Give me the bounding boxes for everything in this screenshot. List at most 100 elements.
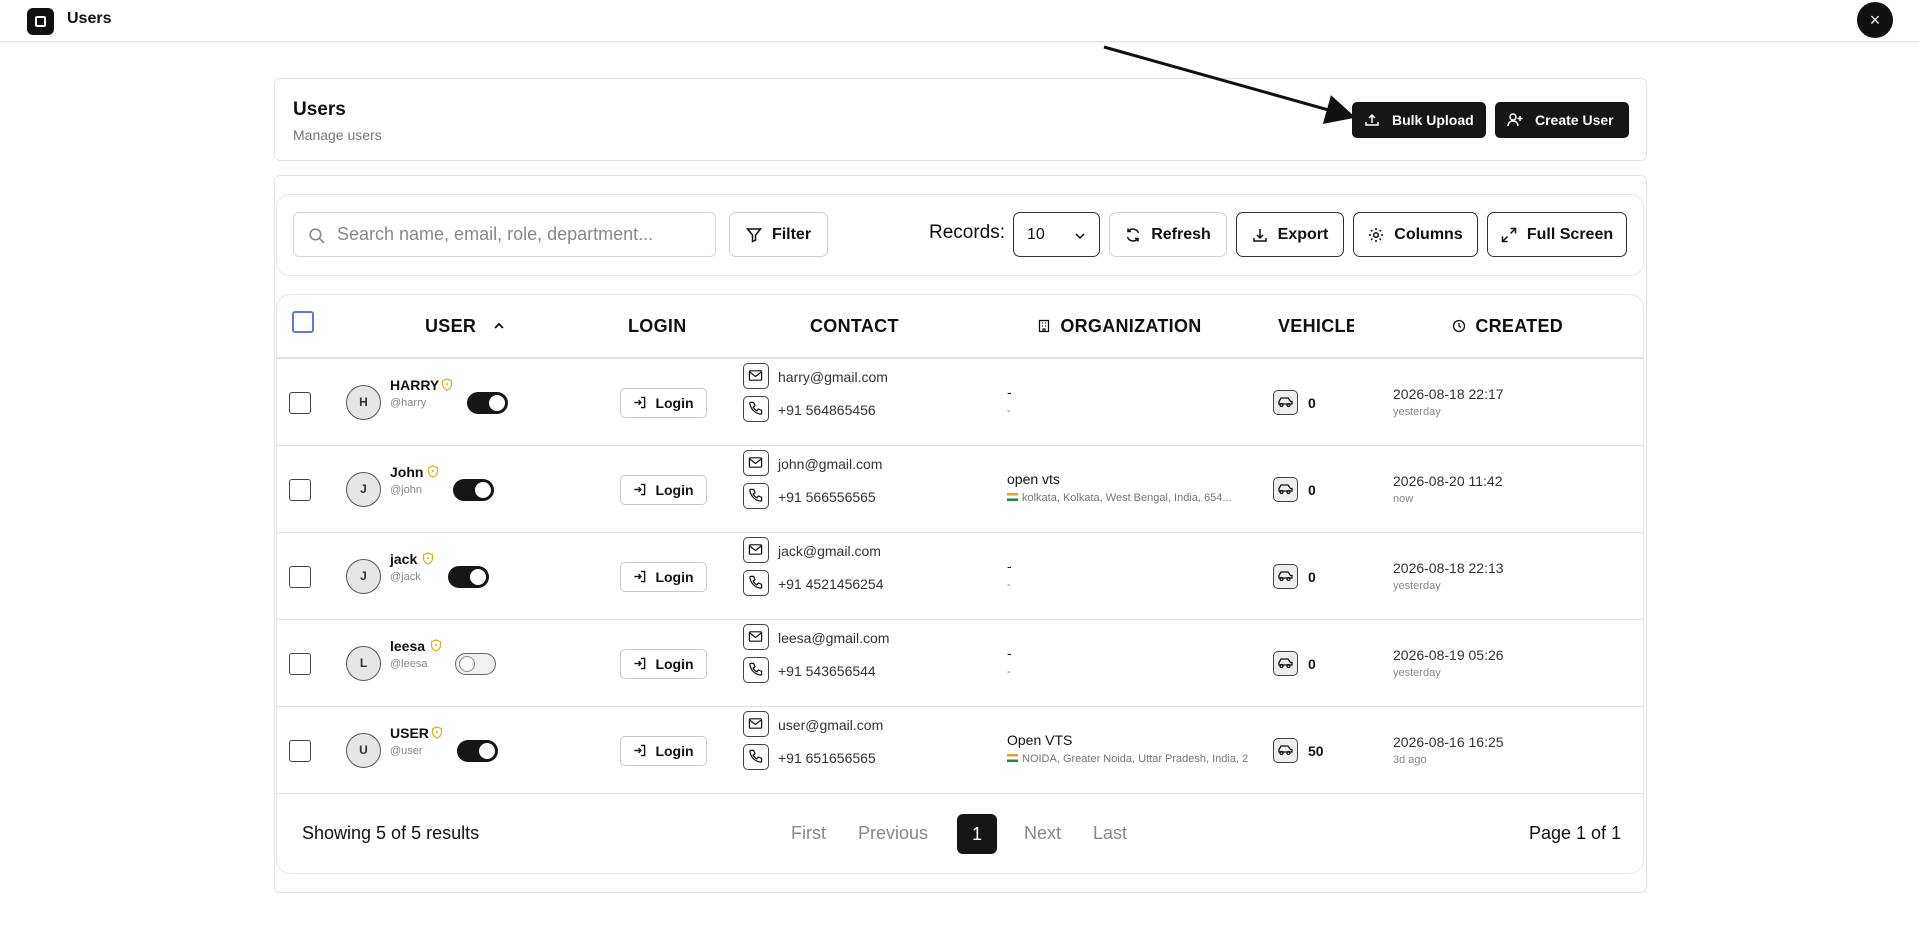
user-phone[interactable]: +91 543656544 xyxy=(778,663,876,679)
close-button[interactable]: × xyxy=(1857,2,1893,38)
column-header-vehicle[interactable]: VEHICLE xyxy=(1278,316,1354,337)
organization-name: Open VTS xyxy=(1007,731,1073,748)
row-select-checkbox[interactable] xyxy=(289,652,311,675)
chevron-down-icon xyxy=(1075,233,1085,240)
phone-icon xyxy=(749,749,763,763)
refresh-button[interactable]: Refresh xyxy=(1109,212,1227,257)
vehicle-count: 50 xyxy=(1308,742,1324,759)
search-icon xyxy=(309,228,325,244)
vehicle-icon-box[interactable] xyxy=(1273,389,1298,415)
india-flag-icon xyxy=(1007,492,1018,501)
vehicle-icon-box[interactable] xyxy=(1273,563,1298,589)
organization-address: - xyxy=(1007,578,1011,591)
car-icon xyxy=(1278,744,1293,755)
phone-icon-box xyxy=(743,743,769,770)
column-header-contact[interactable]: CONTACT xyxy=(810,316,899,337)
user-phone[interactable]: +91 566556565 xyxy=(778,489,876,505)
column-header-organization[interactable]: ORGANIZATION xyxy=(1037,316,1202,337)
user-status-toggle[interactable] xyxy=(467,391,508,414)
pager-next[interactable]: Next xyxy=(1024,823,1061,844)
organization-address: NOIDA, Greater Noida, Uttar Pradesh, Ind… xyxy=(1007,753,1248,765)
records-select[interactable]: 10 xyxy=(1013,212,1100,257)
user-status-toggle[interactable] xyxy=(448,565,489,588)
avatar: H xyxy=(346,384,381,420)
vehicle-icon-box[interactable] xyxy=(1273,650,1298,676)
refresh-icon xyxy=(1126,227,1140,242)
window-title: Users xyxy=(67,10,112,27)
mail-icon xyxy=(748,630,763,642)
login-icon xyxy=(634,744,646,757)
search-field[interactable] xyxy=(293,212,716,257)
fullscreen-label: Full Screen xyxy=(1526,225,1614,243)
shield-icon xyxy=(431,725,443,739)
organization-name: open vts xyxy=(1007,470,1060,487)
user-email[interactable]: user@gmail.com xyxy=(778,717,883,733)
building-icon xyxy=(1038,319,1050,333)
login-icon xyxy=(634,657,646,670)
row-select-checkbox[interactable] xyxy=(289,391,311,414)
download-icon xyxy=(1252,228,1267,242)
login-as-user-button[interactable]: Login xyxy=(620,387,707,418)
page-title: Users xyxy=(293,99,346,120)
pager-first[interactable]: First xyxy=(791,823,826,844)
search-input[interactable] xyxy=(337,213,707,256)
export-label: Export xyxy=(1277,225,1329,243)
vehicle-count: 0 xyxy=(1308,568,1316,585)
create-user-label: Create User xyxy=(1535,112,1614,128)
clock-icon xyxy=(1452,319,1466,333)
vehicle-icon-box[interactable] xyxy=(1273,737,1298,763)
select-all-checkbox[interactable] xyxy=(292,311,314,333)
created-relative: yesterday xyxy=(1393,666,1441,679)
expand-icon xyxy=(1501,227,1517,242)
organization-address: - xyxy=(1007,404,1011,417)
login-icon xyxy=(634,396,646,409)
column-header-created[interactable]: CREATED xyxy=(1452,316,1563,337)
login-as-user-button[interactable]: Login xyxy=(620,561,707,592)
create-user-button[interactable]: Create User xyxy=(1495,102,1629,138)
user-email[interactable]: john@gmail.com xyxy=(778,456,882,472)
column-header-user[interactable]: USER xyxy=(425,316,506,337)
user-email[interactable]: jack@gmail.com xyxy=(778,543,881,559)
login-as-user-button[interactable]: Login xyxy=(620,474,707,505)
email-icon-box xyxy=(743,449,769,476)
user-phone[interactable]: +91 564865456 xyxy=(778,402,876,418)
export-button[interactable]: Export xyxy=(1236,212,1344,257)
row-select-checkbox[interactable] xyxy=(289,478,311,501)
email-icon-box xyxy=(743,362,769,389)
login-as-user-button[interactable]: Login xyxy=(620,648,707,679)
login-as-user-button[interactable]: Login xyxy=(620,735,707,766)
mail-icon xyxy=(748,369,763,381)
user-email[interactable]: harry@gmail.com xyxy=(778,369,888,385)
user-status-toggle[interactable] xyxy=(457,739,498,762)
toggle-knob xyxy=(479,742,495,759)
created-relative: yesterday xyxy=(1393,579,1441,592)
user-email[interactable]: leesa@gmail.com xyxy=(778,630,889,646)
row-select-checkbox[interactable] xyxy=(289,565,311,588)
vehicle-count: 0 xyxy=(1308,394,1316,411)
shield-icon xyxy=(422,551,434,565)
created-date: 2026-08-20 11:42 xyxy=(1393,472,1503,489)
pager-page-1[interactable]: 1 xyxy=(957,814,997,854)
columns-button[interactable]: Columns xyxy=(1353,212,1478,257)
bulk-upload-button[interactable]: Bulk Upload xyxy=(1352,102,1486,138)
user-phone[interactable]: +91 4521456254 xyxy=(778,576,884,592)
user-status-toggle[interactable] xyxy=(455,652,496,675)
shield-icon xyxy=(430,638,442,652)
avatar: U xyxy=(346,732,381,768)
row-select-checkbox[interactable] xyxy=(289,739,311,762)
column-header-login[interactable]: LOGIN xyxy=(628,316,687,337)
pager-previous[interactable]: Previous xyxy=(858,823,928,844)
user-phone[interactable]: +91 651656565 xyxy=(778,750,876,766)
records-label: Records: xyxy=(929,222,1006,243)
user-status-toggle[interactable] xyxy=(453,478,494,501)
filter-button[interactable]: Filter xyxy=(729,212,828,257)
car-icon xyxy=(1278,570,1293,581)
pager-last[interactable]: Last xyxy=(1093,823,1127,844)
refresh-label: Refresh xyxy=(1151,225,1211,243)
fullscreen-button[interactable]: Full Screen xyxy=(1487,212,1627,257)
admin-shield-icon xyxy=(427,464,439,478)
app-logo-icon xyxy=(27,8,54,35)
vehicle-icon-box[interactable] xyxy=(1273,476,1298,502)
organization-address: - xyxy=(1007,665,1011,678)
email-icon-box xyxy=(743,623,769,650)
